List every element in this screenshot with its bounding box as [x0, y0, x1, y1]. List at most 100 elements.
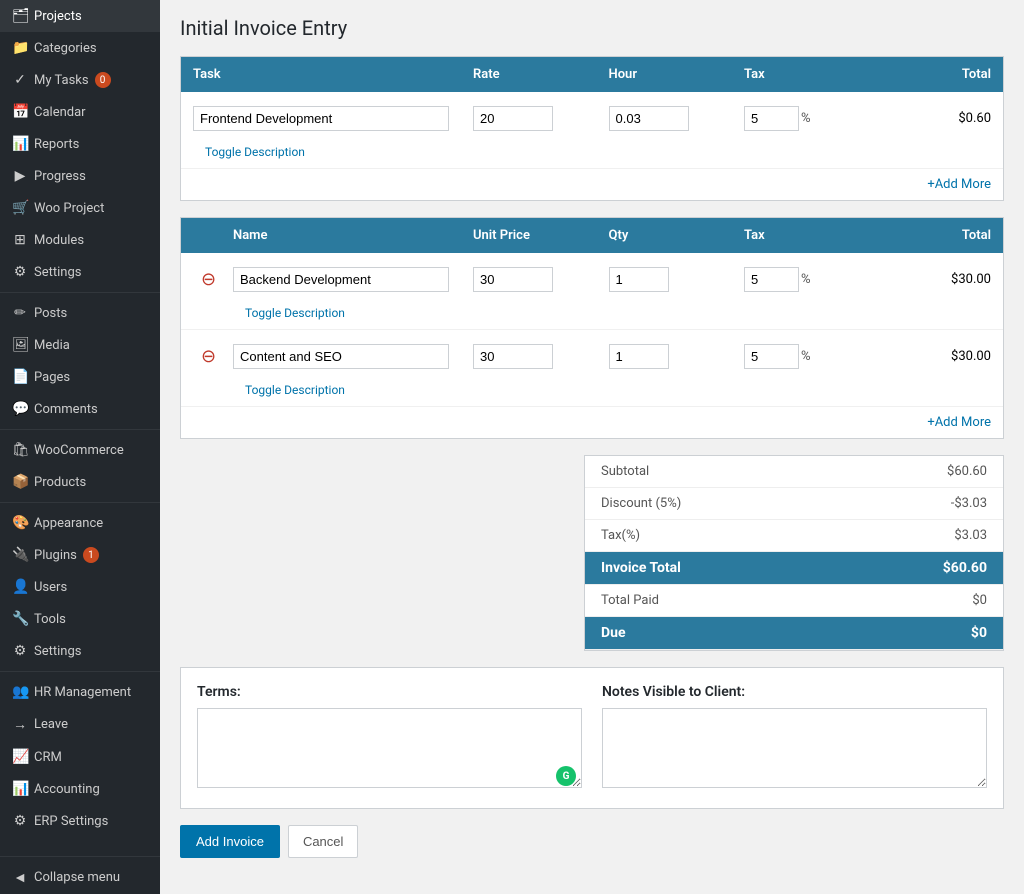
task-hour-cell: [597, 100, 733, 137]
sidebar-item-label: ERP Settings: [34, 814, 108, 829]
notes-label: Notes Visible to Client:: [602, 684, 987, 700]
product-tax-1-input[interactable]: [744, 267, 799, 292]
summary-due-row: Due $0: [585, 617, 1003, 650]
sidebar-item-categories[interactable]: Categories: [0, 32, 160, 64]
product-price-2-input[interactable]: [473, 344, 553, 369]
sidebar-item-tools[interactable]: Tools: [0, 603, 160, 635]
invoice-total-value: $60.60: [943, 560, 987, 576]
sidebar-item-reports[interactable]: Reports: [0, 128, 160, 160]
sidebar-item-products[interactable]: Products: [0, 466, 160, 498]
media-icon: [12, 337, 28, 353]
sidebar-item-comments[interactable]: Comments: [0, 393, 160, 425]
footer-actions: Add Invoice Cancel: [180, 825, 1004, 878]
notes-textarea[interactable]: [602, 708, 987, 788]
product-qty-1-cell: [597, 261, 733, 298]
sidebar-item-label: Projects: [34, 9, 82, 24]
notes-block: Notes Visible to Client:: [602, 684, 987, 792]
crm-icon: [12, 749, 28, 765]
sidebar-item-users[interactable]: Users: [0, 571, 160, 603]
task-tax-cell: %: [732, 100, 868, 137]
summary-tax-row: Tax(%) $3.03: [585, 520, 1003, 552]
product-name-2-input[interactable]: [233, 344, 449, 369]
subtotal-value: $60.60: [947, 464, 987, 479]
sidebar-item-pages[interactable]: Pages: [0, 361, 160, 393]
sidebar-item-erp-settings[interactable]: ERP Settings: [0, 805, 160, 837]
task-table-header: Task Rate Hour Tax Total: [181, 57, 1003, 92]
sidebar-item-media[interactable]: Media: [0, 329, 160, 361]
product-name-1-input[interactable]: [233, 267, 449, 292]
product-tax-1-cell: %: [732, 261, 868, 298]
summary-paid-row: Total Paid $0: [585, 585, 1003, 617]
sidebar-item-my-tasks[interactable]: My Tasks 0: [0, 64, 160, 96]
sidebar-item-settings[interactable]: Settings: [0, 635, 160, 667]
sidebar-divider-bottom: [0, 856, 160, 857]
product-price-2-cell: [461, 338, 597, 375]
sidebar-item-label: Comments: [34, 402, 98, 417]
collapse-label: Collapse menu: [34, 870, 120, 885]
product-tax-2-input[interactable]: [744, 344, 799, 369]
pages-icon: [12, 369, 28, 385]
sidebar-item-hr[interactable]: HR Management: [0, 676, 160, 708]
sidebar-item-appearance[interactable]: Appearance: [0, 507, 160, 539]
task-row-1: % $0.60 Toggle Description: [181, 92, 1003, 169]
sidebar-item-woo-project[interactable]: Woo Project: [0, 192, 160, 224]
cancel-button[interactable]: Cancel: [288, 825, 358, 858]
woo-icon: [12, 200, 28, 216]
sidebar-collapse[interactable]: Collapse menu: [0, 861, 160, 894]
sidebar-item-progress[interactable]: Progress: [0, 160, 160, 192]
sidebar-item-label: Users: [34, 580, 67, 595]
product-add-more[interactable]: +Add More: [181, 407, 1003, 438]
product-pct-2-label: %: [801, 349, 811, 364]
terms-label: Terms:: [197, 684, 582, 700]
product-qty-2-input[interactable]: [609, 344, 669, 369]
sidebar-item-label: CRM: [34, 750, 62, 765]
task-name-cell: [181, 100, 461, 137]
sidebar-item-calendar[interactable]: Calendar: [0, 96, 160, 128]
collapse-icon: [12, 869, 28, 886]
remove-product-2-button[interactable]: ⊖: [193, 346, 224, 367]
sidebar-item-woocommerce[interactable]: WooCommerce: [0, 434, 160, 466]
task-rate-input[interactable]: [473, 106, 553, 131]
sidebar-item-label: Media: [34, 338, 70, 353]
remove-product-1-button[interactable]: ⊖: [193, 269, 224, 290]
product-qty-2-cell: [597, 338, 733, 375]
sidebar-item-settings-top[interactable]: Settings: [0, 256, 160, 288]
terms-notes-section: Terms: G Notes Visible to Client:: [180, 667, 1004, 809]
sidebar-item-label: Settings: [34, 265, 81, 280]
projects-icon: [12, 8, 28, 24]
task-col-header: Task: [181, 57, 461, 92]
product-name-2-cell: [221, 338, 461, 375]
sidebar-item-plugins[interactable]: Plugins 1: [0, 539, 160, 571]
sidebar-item-label: Plugins: [34, 548, 77, 563]
sidebar-item-accounting[interactable]: Accounting: [0, 773, 160, 805]
product-toggle-desc-2[interactable]: Toggle Description: [233, 383, 357, 403]
product-row-2-inner: ⊖ % $30.00: [181, 330, 1003, 383]
summary-section: Subtotal $60.60 Discount (5%) -$3.03 Tax…: [180, 455, 1004, 651]
progress-icon: [12, 168, 28, 184]
product-toggle-desc-1[interactable]: Toggle Description: [233, 306, 357, 326]
sidebar-item-crm[interactable]: CRM: [0, 741, 160, 773]
task-add-more[interactable]: +Add More: [181, 169, 1003, 200]
hr-icon: [12, 684, 28, 700]
product-price-1-input[interactable]: [473, 267, 553, 292]
grammarly-icon: G: [556, 766, 576, 786]
accounting-icon: [12, 781, 28, 797]
sidebar: Projects Categories My Tasks 0 Calendar …: [0, 0, 160, 894]
sidebar-item-label: HR Management: [34, 685, 131, 700]
product-tax-2-cell: %: [732, 338, 868, 375]
sidebar-item-modules[interactable]: Modules: [0, 224, 160, 256]
add-invoice-button[interactable]: Add Invoice: [180, 825, 280, 858]
terms-textarea[interactable]: [197, 708, 582, 788]
tax-label: Tax(%): [601, 528, 640, 543]
task-name-input[interactable]: [193, 106, 449, 131]
settings-icon: [12, 643, 28, 659]
task-total-cell: $0.60: [868, 105, 1004, 132]
task-hour-input[interactable]: [609, 106, 689, 131]
terms-block: Terms: G: [197, 684, 582, 792]
sidebar-item-posts[interactable]: Posts: [0, 297, 160, 329]
sidebar-item-leave[interactable]: Leave: [0, 708, 160, 741]
task-toggle-desc[interactable]: Toggle Description: [193, 145, 317, 165]
sidebar-item-projects[interactable]: Projects: [0, 0, 160, 32]
product-qty-1-input[interactable]: [609, 267, 669, 292]
task-tax-input[interactable]: [744, 106, 799, 131]
